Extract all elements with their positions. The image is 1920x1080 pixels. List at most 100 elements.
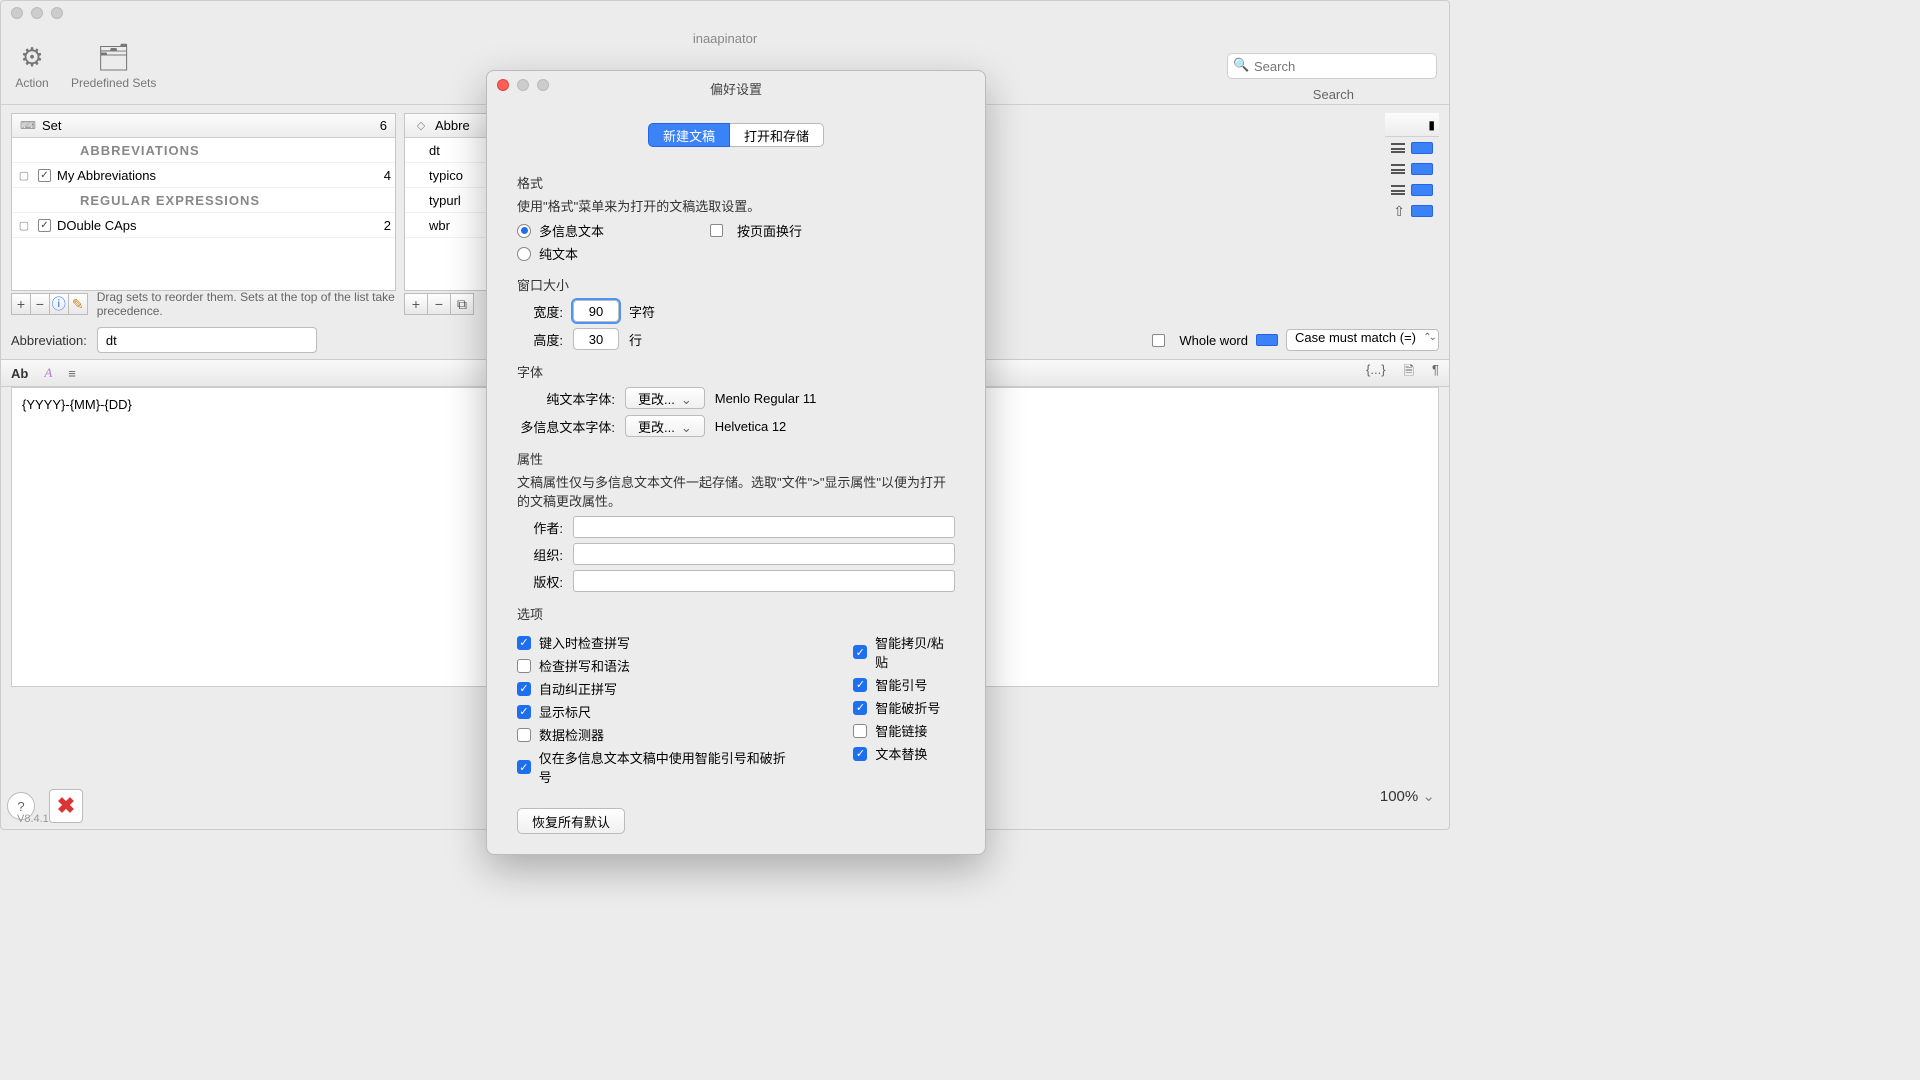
search-field[interactable]: 🔍 — [1227, 53, 1437, 79]
width-label: 宽度: — [517, 302, 563, 321]
shift-icon: ⇧ — [1393, 203, 1405, 220]
tools-button[interactable]: ✎ — [68, 293, 88, 315]
checkbox-enabled[interactable]: ✓ — [38, 219, 51, 232]
cb-text-replace[interactable] — [853, 747, 867, 761]
case-match-select[interactable]: Case must match (=) — [1286, 329, 1439, 351]
sets-pane: ⌨ Set 6 ABBREVIATIONS ▢ ✓ My Abbreviatio… — [11, 113, 396, 313]
paragraph-icon[interactable]: ¶ — [1432, 362, 1439, 384]
lines-icon — [1391, 185, 1405, 195]
format-desc: 使用"格式"菜单来为打开的文稿选取设置。 — [517, 196, 955, 215]
lines-icon — [1391, 164, 1405, 174]
section-attributes: 属性 — [517, 449, 955, 468]
org-label: 组织: — [517, 545, 563, 564]
toolbar-predefined-sets[interactable]: 🗂 Predefined Sets — [71, 40, 156, 90]
placeholder-button[interactable]: {...} — [1366, 362, 1386, 384]
checkbox-page-wrap[interactable] — [710, 224, 723, 237]
info-button[interactable]: ⓘ — [49, 293, 69, 315]
tab-ab[interactable]: Ab — [11, 366, 28, 381]
set-row-double-caps[interactable]: ▢ ✓ DOuble CAps 2 — [12, 213, 395, 238]
cb-autocorrect[interactable] — [517, 682, 531, 696]
indicator-row — [1385, 180, 1439, 200]
minimize-icon[interactable] — [31, 7, 43, 19]
tab-new-document[interactable]: 新建文稿 — [648, 123, 730, 147]
section-format: 格式 — [517, 173, 955, 192]
change-rich-font-button[interactable]: 更改... — [625, 415, 705, 437]
cb-show-ruler[interactable] — [517, 705, 531, 719]
abbreviation-label: Abbreviation: — [11, 333, 87, 348]
indicators-column: ▮ ⇧ — [1385, 113, 1439, 313]
font-style-icon[interactable]: A — [44, 365, 52, 381]
cb-check-grammar[interactable] — [517, 659, 531, 673]
drag-icon: ▢ — [16, 169, 32, 182]
tag-icon — [1256, 334, 1278, 346]
section-regex: REGULAR EXPRESSIONS — [12, 188, 395, 213]
add-abbr-button[interactable]: + — [404, 293, 428, 315]
indicator-row — [1385, 159, 1439, 179]
plain-font-label: 纯文本字体: — [517, 389, 615, 408]
cb-check-spelling[interactable] — [517, 636, 531, 650]
height-input[interactable] — [573, 328, 619, 350]
disable-button[interactable]: ✖ — [49, 789, 83, 823]
zoom-menu[interactable]: 100% — [1380, 787, 1435, 805]
checkbox-enabled[interactable]: ✓ — [38, 169, 51, 182]
indicator-row — [1385, 138, 1439, 158]
cb-smart-paste[interactable] — [853, 645, 867, 659]
close-icon[interactable] — [11, 7, 23, 19]
cb-rich-only-smart[interactable] — [517, 760, 531, 774]
zoom-icon[interactable] — [51, 7, 63, 19]
org-input[interactable] — [573, 543, 955, 565]
section-winsize: 窗口大小 — [517, 275, 955, 294]
prefs-tabs: 新建文稿 打开和存储 — [487, 123, 985, 147]
search-input[interactable] — [1227, 53, 1437, 79]
zoom-icon[interactable] — [537, 79, 549, 91]
version-label: V8.4.1 — [17, 813, 49, 825]
author-label: 作者: — [517, 518, 563, 537]
radio-rich-text[interactable] — [517, 224, 531, 238]
diamond-icon: ◇ — [413, 119, 429, 132]
whole-word-label: Whole word — [1179, 333, 1248, 348]
drag-icon: ▢ — [16, 219, 32, 232]
restore-defaults-button[interactable]: 恢复所有默认 — [517, 808, 625, 834]
minimize-icon[interactable] — [517, 79, 529, 91]
add-set-button[interactable]: + — [11, 293, 31, 315]
cb-data-detect[interactable] — [517, 728, 531, 742]
section-options: 选项 — [517, 604, 955, 623]
preferences-dialog: 偏好设置 新建文稿 打开和存储 格式 使用"格式"菜单来为打开的文稿选取设置。 … — [486, 70, 986, 855]
section-font: 字体 — [517, 362, 955, 381]
search-label: Search — [1313, 87, 1354, 102]
abbreviation-input[interactable] — [97, 327, 317, 353]
change-plain-font-button[interactable]: 更改... — [625, 387, 705, 409]
cb-smart-quotes[interactable] — [853, 678, 867, 692]
gear-icon: ⚙ — [11, 40, 53, 76]
section-abbreviations: ABBREVIATIONS — [12, 138, 395, 163]
window-controls — [1, 1, 1449, 25]
plain-font-value: Menlo Regular 11 — [715, 391, 817, 406]
width-input[interactable] — [573, 300, 619, 322]
toolbar-action[interactable]: ⚙ Action — [11, 40, 53, 90]
document-icon[interactable]: 🗎 — [1404, 362, 1414, 384]
align-left-icon[interactable]: ≡ — [68, 366, 76, 381]
radio-plain-text[interactable] — [517, 247, 531, 261]
tag-icon — [1411, 163, 1433, 175]
remove-abbr-button[interactable]: − — [427, 293, 451, 315]
whole-word-checkbox[interactable] — [1152, 334, 1165, 347]
indicator-row: ⇧ — [1385, 201, 1439, 221]
remove-set-button[interactable]: − — [30, 293, 50, 315]
rich-font-label: 多信息文本字体: — [517, 417, 615, 436]
set-row-my-abbreviations[interactable]: ▢ ✓ My Abbreviations 4 — [12, 163, 395, 188]
cb-smart-dashes[interactable] — [853, 701, 867, 715]
lines-icon — [1391, 143, 1405, 153]
cb-smart-links[interactable] — [853, 724, 867, 738]
duplicate-abbr-button[interactable]: ⧉ — [450, 293, 474, 315]
sets-hint: Drag sets to reorder them. Sets at the t… — [87, 290, 396, 318]
chart-header-icon[interactable]: ▮ — [1385, 113, 1439, 137]
window-title: inaapinator — [693, 31, 757, 46]
copyright-input[interactable] — [573, 570, 955, 592]
sets-header[interactable]: ⌨ Set 6 — [12, 114, 395, 138]
author-input[interactable] — [573, 516, 955, 538]
tab-open-save[interactable]: 打开和存储 — [730, 123, 824, 147]
prefs-title: 偏好设置 — [487, 71, 985, 98]
close-icon[interactable] — [497, 79, 509, 91]
folder-icon: 🗂 — [93, 40, 135, 76]
keyboard-icon: ⌨ — [20, 119, 36, 132]
